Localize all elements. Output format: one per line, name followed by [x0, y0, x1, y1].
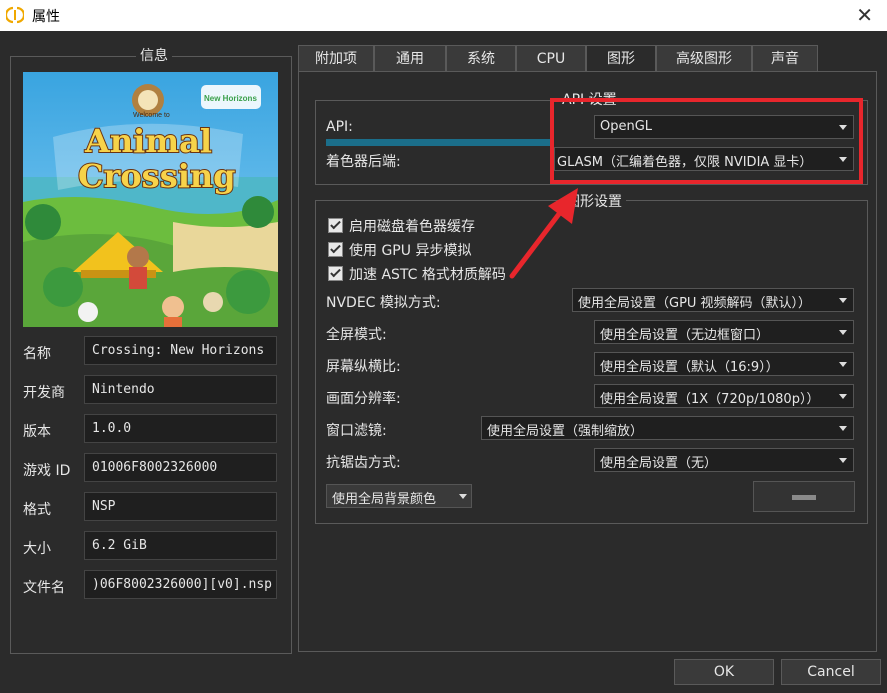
anti-aliasing-value: 使用全局设置（无）	[600, 456, 718, 471]
close-icon[interactable]: ✕	[856, 3, 873, 27]
tab-advanced-graphics[interactable]: 高级图形	[656, 45, 752, 71]
nvdec-label: NVDEC 模拟方式:	[326, 295, 441, 311]
cover-new-horizons: New Horizons	[204, 94, 257, 103]
checkbox-checked-icon	[328, 242, 343, 257]
tab-cpu[interactable]: CPU	[516, 45, 586, 71]
info-label-format: 格式	[23, 502, 51, 518]
chevron-down-icon	[839, 157, 847, 162]
shader-backend-select[interactable]: GLASM（汇编着色器，仅限 NVIDIA 显卡）	[554, 147, 854, 171]
cancel-button[interactable]: Cancel	[781, 659, 881, 685]
checkbox-checked-icon	[328, 266, 343, 281]
info-label-filename: 文件名	[23, 580, 65, 596]
info-value-size[interactable]: 6.2 GiB	[84, 531, 277, 560]
tab-audio[interactable]: 声音	[752, 45, 818, 71]
aspect-ratio-label: 屏幕纵横比:	[326, 359, 401, 375]
chevron-down-icon	[839, 426, 847, 431]
annotation-arrow	[509, 188, 578, 279]
aspect-ratio-select[interactable]: 使用全局设置（默认（16:9））	[594, 352, 854, 376]
info-value-game-id[interactable]: 01006F8002326000	[84, 453, 277, 482]
chevron-down-icon	[459, 494, 467, 499]
tab-addons[interactable]: 附加项	[298, 45, 374, 71]
nvdec-value: 使用全局设置（GPU 视频解码（默认））	[578, 296, 812, 311]
api-settings-title: API 设置	[558, 89, 621, 109]
tab-graphics[interactable]: 图形	[586, 45, 656, 72]
astc-decode-checkbox[interactable]: 加速 ASTC 格式材质解码	[328, 264, 506, 284]
bg-color-mode-select[interactable]: 使用全局背景颜色	[326, 484, 472, 508]
info-label-game-id: 游戏 ID	[23, 463, 71, 479]
info-value-name[interactable]: Crossing: New Horizons	[84, 336, 277, 365]
chevron-down-icon	[839, 458, 847, 463]
info-label-size: 大小	[23, 541, 51, 557]
resolution-value: 使用全局设置（1X（720p/1080p））	[600, 392, 820, 407]
api-select[interactable]: OpenGL	[594, 115, 854, 139]
info-label-version: 版本	[23, 424, 51, 440]
checkbox-checked-icon	[328, 218, 343, 233]
chevron-down-icon	[839, 394, 847, 399]
window-filter-label: 窗口滤镜:	[326, 423, 387, 439]
nvdec-select[interactable]: 使用全局设置（GPU 视频解码（默认））	[572, 288, 854, 312]
api-label: API:	[326, 119, 353, 135]
info-value-developer[interactable]: Nintendo	[84, 375, 277, 404]
disk-shader-cache-label: 启用磁盘着色器缓存	[349, 219, 475, 235]
bg-color-swatch	[792, 495, 816, 500]
title-bar: 属性 ✕	[0, 0, 887, 31]
info-value-filename[interactable]: )06F8002326000][v0].nsp	[84, 570, 277, 599]
tab-general[interactable]: 通用	[374, 45, 446, 71]
window-filter-select[interactable]: 使用全局设置（强制缩放）	[481, 416, 854, 440]
async-gpu-checkbox[interactable]: 使用 GPU 异步模拟	[328, 240, 471, 260]
resolution-label: 画面分辨率:	[326, 391, 401, 407]
resolution-select[interactable]: 使用全局设置（1X（720p/1080p））	[594, 384, 854, 408]
disk-shader-cache-checkbox[interactable]: 启用磁盘着色器缓存	[328, 216, 475, 236]
shader-backend-value: GLASM（汇编着色器，仅限 NVIDIA 显卡）	[557, 155, 813, 170]
ok-button[interactable]: OK	[674, 659, 774, 685]
shader-backend-label: 着色器后端:	[326, 154, 401, 170]
chevron-down-icon	[839, 298, 847, 303]
chevron-down-icon	[839, 330, 847, 335]
window-filter-value: 使用全局设置（强制缩放）	[487, 424, 644, 439]
fullscreen-select[interactable]: 使用全局设置（无边框窗口）	[594, 320, 854, 344]
fullscreen-label: 全屏模式:	[326, 327, 387, 343]
bg-color-mode-value: 使用全局背景颜色	[332, 492, 437, 507]
anti-aliasing-select[interactable]: 使用全局设置（无）	[594, 448, 854, 472]
info-value-version[interactable]: 1.0.0	[84, 414, 277, 443]
cover-title-line1: Animal	[84, 122, 212, 160]
tab-system[interactable]: 系统	[446, 45, 516, 71]
info-group-title: 信息	[136, 45, 172, 65]
chevron-down-icon	[839, 125, 847, 130]
async-gpu-label: 使用 GPU 异步模拟	[349, 243, 472, 259]
info-label-developer: 开发商	[23, 385, 65, 401]
cover-title-line2: Crossing	[78, 157, 236, 195]
fullscreen-value: 使用全局设置（无边框窗口）	[600, 328, 770, 343]
yuzu-app-icon	[6, 6, 24, 24]
api-select-value: OpenGL	[600, 119, 653, 134]
api-row-selection-bar	[326, 139, 554, 146]
info-value-format[interactable]: NSP	[84, 492, 277, 521]
aspect-ratio-value: 使用全局设置（默认（16:9））	[600, 360, 779, 375]
astc-decode-label: 加速 ASTC 格式材质解码	[349, 267, 506, 283]
anti-aliasing-label: 抗锯齿方式:	[326, 455, 401, 471]
cover-badge-text: Welcome to	[133, 112, 170, 119]
chevron-down-icon	[839, 362, 847, 367]
game-cover-art: Welcome to Animal Crossing New Horizons	[23, 72, 278, 327]
bg-color-swatch-button[interactable]	[753, 481, 855, 512]
info-label-name: 名称	[23, 346, 51, 362]
window-title: 属性	[32, 9, 60, 25]
